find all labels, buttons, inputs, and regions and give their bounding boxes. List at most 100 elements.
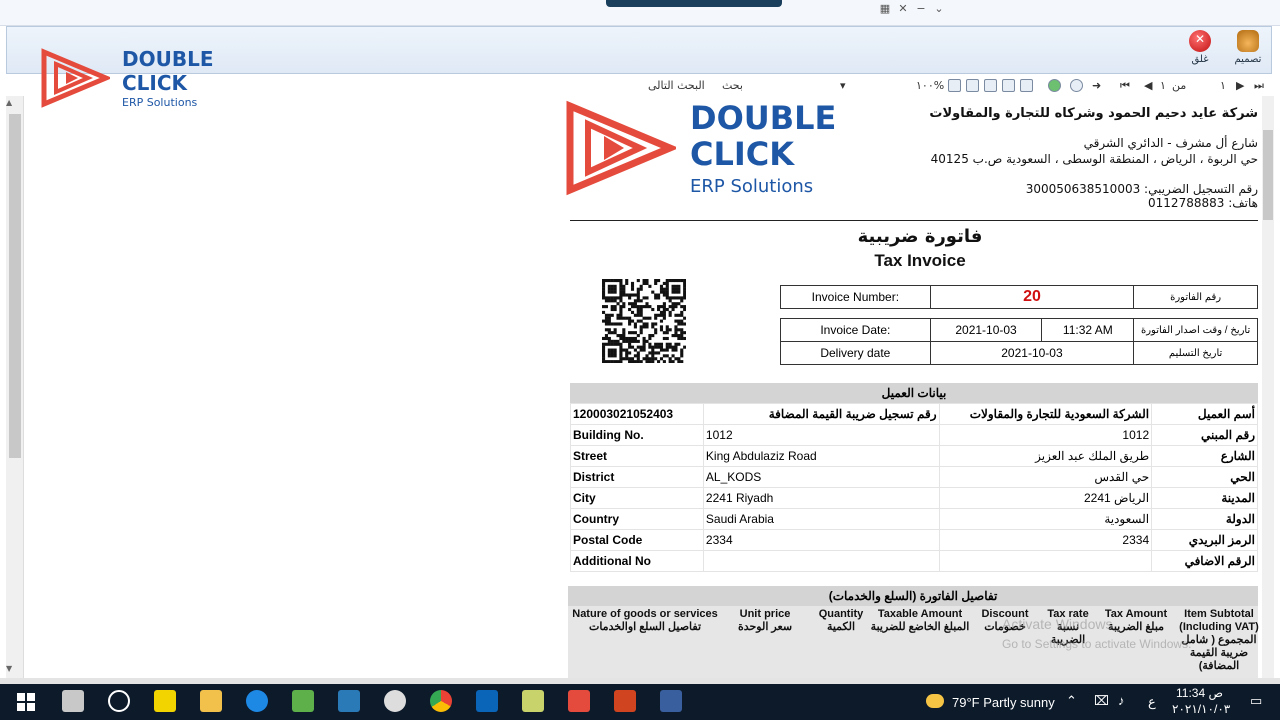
export-icon[interactable] <box>948 79 961 92</box>
document-logo: DOUBLE CLICK ERP Solutions <box>566 99 846 197</box>
customer-row: Postal Code 2334 2334 الرمز البريدي <box>570 529 1258 551</box>
close-label: غلق <box>1191 54 1209 65</box>
customer-row: District AL_KODS حي القدس الحي <box>570 466 1258 488</box>
company-tax-reg: رقم التسجيل الضريبي: 300050638510003 <box>1025 182 1258 196</box>
chrome-icon[interactable] <box>430 690 452 712</box>
company-phone: هاتف: 0112788883 <box>1148 196 1258 210</box>
col-taxable-amount: Taxable Amount المبلغ الخاضع للضريبة <box>870 608 970 633</box>
grid-icon[interactable]: ▦ <box>878 2 892 15</box>
customer-cell-en-value: رقم تسجيل ضريبة القيمة المضافة <box>702 403 940 425</box>
paint-icon[interactable] <box>522 690 544 712</box>
customer-cell-en-value: 1012 <box>702 424 940 446</box>
print-layout-icon[interactable] <box>966 79 979 92</box>
left-scroll-panel[interactable] <box>6 96 24 678</box>
customer-cell-en-label: Country <box>570 508 704 530</box>
page-setup-icon[interactable] <box>984 79 997 92</box>
customer-section-header: بيانات العميل <box>570 383 1258 403</box>
scroll-up-arrow[interactable]: ▲ <box>6 98 12 107</box>
customer-cell-en-label: Postal Code <box>570 529 704 551</box>
network-app-icon[interactable] <box>338 690 360 712</box>
invoice-number-table: Invoice Number: 20 رقم الفاتورة <box>780 285 1258 309</box>
volume-icon[interactable]: ♪ <box>1118 693 1125 708</box>
customer-cell-ar-value: الرياض 2241 <box>938 487 1153 509</box>
active-app-icon[interactable] <box>660 690 682 712</box>
customer-cell-ar-label: الشارع <box>1151 445 1258 467</box>
language-indicator[interactable]: ع <box>1148 694 1156 710</box>
close-icon[interactable]: ✕ <box>896 2 910 15</box>
company-address: حي الربوة ، الرياض ، المنطقة الوسطى ، ال… <box>930 152 1258 166</box>
customer-row: Country Saudi Arabia السعودية الدولة <box>570 508 1258 530</box>
zoom-dropdown-arrow[interactable]: ▾ <box>840 79 846 92</box>
customer-row: Building No. 1012 1012 رقم المبني <box>570 424 1258 446</box>
customer-cell-en-value <box>702 550 940 572</box>
invoice-title-ar: فاتورة ضريبية <box>857 226 983 247</box>
clock-icon[interactable] <box>108 690 130 712</box>
scroll-down-arrow[interactable]: ▼ <box>6 664 12 673</box>
first-page-icon[interactable]: ⏮ <box>1120 79 1130 93</box>
file-explorer-icon[interactable] <box>200 690 222 712</box>
windows-start-icon[interactable] <box>16 692 36 712</box>
customer-cell-ar-label: المدينة <box>1151 487 1258 509</box>
customer-cell-en-label: City <box>570 487 704 509</box>
logo-mark-icon <box>566 100 676 196</box>
sticky-notes-icon[interactable] <box>154 690 176 712</box>
notepad-icon[interactable] <box>292 690 314 712</box>
customer-row: Additional No الرقم الاضافي <box>570 550 1258 572</box>
last-page-icon[interactable]: ⏭ <box>1254 79 1264 93</box>
next-page-icon[interactable]: ▶ <box>1236 79 1244 92</box>
teamviewer-icon[interactable] <box>246 690 268 712</box>
invoice-time-value: 11:32 AM <box>1041 318 1135 342</box>
right-scrollbar-thumb[interactable] <box>1263 130 1273 220</box>
customer-cell-ar-value <box>938 550 1153 572</box>
outlook-icon[interactable] <box>476 690 498 712</box>
refresh-icon[interactable] <box>1048 79 1061 92</box>
calculator-icon[interactable] <box>62 690 84 712</box>
find-next-link[interactable]: البحث التالى <box>648 79 705 92</box>
close-icon <box>1189 30 1211 52</box>
page-total: ١ <box>1160 79 1166 92</box>
doubleclick-app-icon[interactable] <box>568 690 590 712</box>
doc-logo-line2: CLICK <box>690 135 795 173</box>
chevron-down-icon[interactable]: ⌄ <box>932 2 946 15</box>
design-button[interactable]: تصميم <box>1228 30 1268 70</box>
invoice-number-label-ar: رقم الفاتورة <box>1133 285 1258 309</box>
prev-page-icon[interactable]: ◀ <box>1144 79 1152 92</box>
company-street: شارع أل مشرف - الدائري الشرقي <box>1083 136 1258 150</box>
zoom-select[interactable]: ١٠٠% <box>916 79 944 92</box>
customer-cell-ar-value: طريق الملك عبد العزيز <box>938 445 1153 467</box>
design-label: تصميم <box>1234 54 1262 65</box>
network-icon[interactable]: ⌧ <box>1094 693 1109 709</box>
doc-logo-line3: ERP Solutions <box>690 176 814 197</box>
col-unit-price: Unit price سعر الوحدة <box>737 608 793 633</box>
customer-row: City 2241 Riyadh الرياض 2241 المدينة <box>570 487 1258 509</box>
customer-cell-en-value: AL_KODS <box>702 466 940 488</box>
report-viewer-toolbar: البحث التالى بحث ▾ ١٠٠% ➜ ⏮ ◀ ١ من ١ ▶ ⏭ <box>600 76 1272 96</box>
stop-icon[interactable] <box>1070 79 1083 92</box>
clock-time[interactable]: 11:34 ص <box>1176 686 1223 700</box>
delivery-date-value: 2021-10-03 <box>929 341 1135 365</box>
print-icon[interactable] <box>1020 79 1033 92</box>
back-icon[interactable]: ➜ <box>1092 79 1101 92</box>
left-scrollbar-thumb[interactable] <box>9 114 21 458</box>
clock-date[interactable]: ٢٠٢١/١٠/٠٣ <box>1172 702 1230 716</box>
chevron-up-icon[interactable]: ⌃ <box>1066 693 1077 709</box>
sql-server-icon[interactable] <box>384 690 406 712</box>
customer-cell-ar-label: أسم العميل <box>1151 403 1258 425</box>
customer-cell-ar-value: 1012 <box>938 424 1153 446</box>
find-link[interactable]: بحث <box>722 79 743 92</box>
minimize-icon[interactable]: − <box>914 2 928 15</box>
brand-logo: DOUBLE CLICK ERP Solutions <box>40 48 220 110</box>
delivery-date-label-ar: تاريخ التسليم <box>1133 341 1258 365</box>
customer-cell-en-value: Saudi Arabia <box>702 508 940 530</box>
close-button[interactable]: غلق <box>1180 30 1220 70</box>
items-section-header: تفاصيل الفاتورة (السلع والخدمات) <box>568 586 1258 606</box>
notifications-icon[interactable]: ▭ <box>1250 693 1262 709</box>
logo-mark-icon <box>41 48 110 108</box>
printer-icon[interactable] <box>1002 79 1015 92</box>
doc-logo-line1: DOUBLE <box>690 99 837 137</box>
weather-text[interactable]: 79°F Partly sunny <box>952 695 1055 710</box>
page-number-input[interactable]: ١ <box>1220 79 1226 92</box>
customer-cell-en-value: King Abdulaziz Road <box>702 445 940 467</box>
delivery-date-label: Delivery date <box>780 341 931 365</box>
powerpoint-icon[interactable] <box>614 690 636 712</box>
